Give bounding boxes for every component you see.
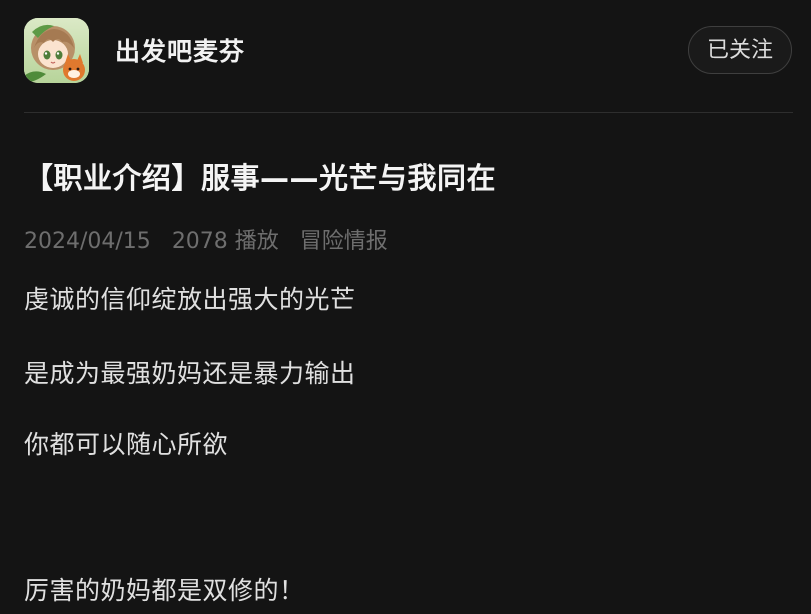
post-paragraph: 是成为最强奶妈还是暴力输出 — [24, 359, 356, 388]
follow-button[interactable]: 已关注 — [688, 26, 792, 74]
post-meta: 2024/04/15 2078 播放 冒险情报 — [24, 223, 402, 255]
channel-avatar[interactable] — [24, 18, 89, 83]
game-character-avatar-icon — [24, 18, 89, 83]
post-header: 出发吧麦芬 已关注 — [0, 0, 811, 112]
post-paragraph: 你都可以随心所欲 — [24, 430, 229, 459]
category-tag[interactable]: 冒险情报 — [300, 229, 388, 254]
channel-name[interactable]: 出发吧麦芬 — [115, 32, 245, 68]
header-divider — [24, 112, 793, 113]
post-date: 2024/04/15 — [24, 229, 151, 254]
post-paragraph: 虔诚的信仰绽放出强大的光芒 — [24, 285, 356, 314]
post-title: 【职业介绍】服事——光芒与我同在 — [24, 161, 497, 195]
post-paragraph: 厉害的奶妈都是双修的！ — [24, 576, 305, 605]
play-count: 2078 播放 — [171, 229, 279, 254]
